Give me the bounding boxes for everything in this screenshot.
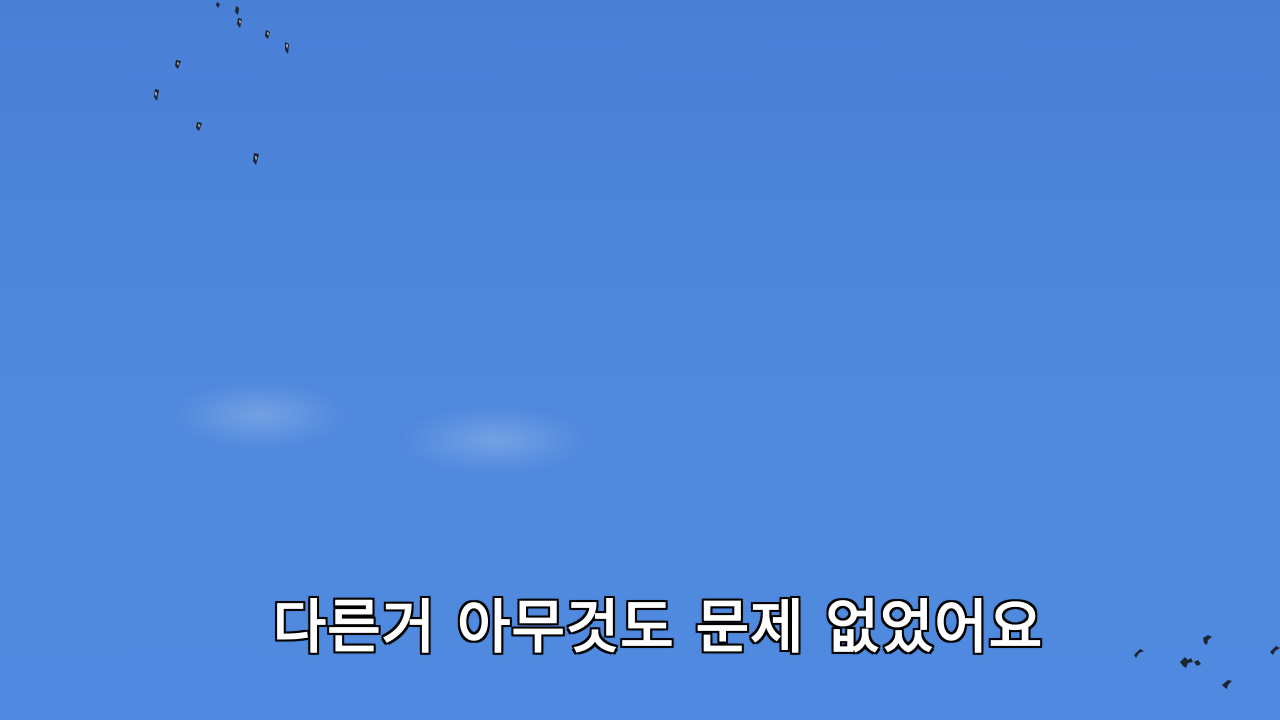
- bird-icon: [1222, 680, 1232, 689]
- bird-icon: [1194, 660, 1201, 666]
- bird-icon: [285, 42, 289, 54]
- video-frame: 다른거 아무것도 문제 없었어요: [0, 0, 1280, 720]
- bird-icon: [253, 153, 259, 165]
- bird-icon: [196, 122, 202, 131]
- bird-icon: [154, 89, 159, 101]
- bird-icon: [237, 18, 242, 28]
- bird-icon: [175, 60, 181, 69]
- bird-icon: [235, 6, 239, 15]
- subtitle-caption: 다른거 아무것도 문제 없었어요: [271, 593, 1044, 662]
- bird-icon: [216, 2, 220, 8]
- bird-icon: [265, 30, 270, 39]
